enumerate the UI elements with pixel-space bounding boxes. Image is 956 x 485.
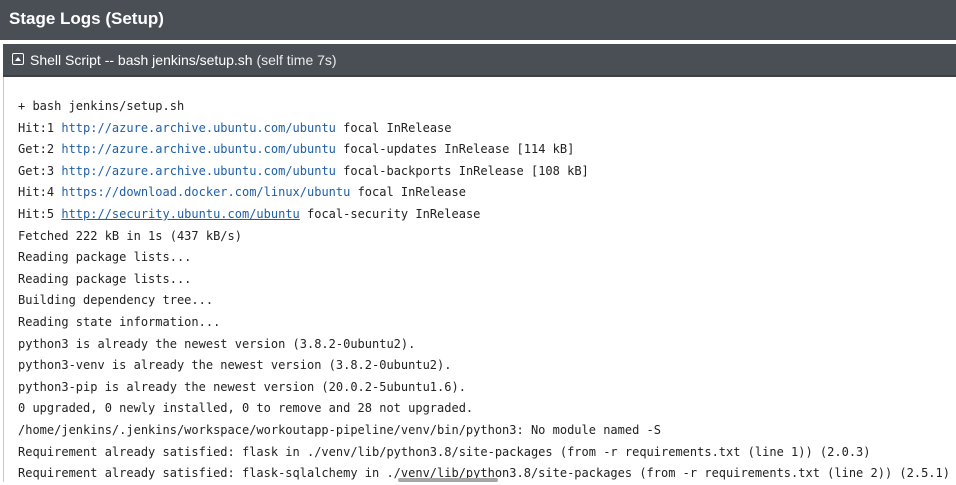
log-line: /home/jenkins/.jenkins/workspace/workout…: [18, 420, 950, 442]
log-text: focal-updates InRelease [114 kB]: [335, 142, 575, 157]
log-line: Reading package lists...: [18, 269, 950, 291]
log-line: python3 is already the newest version (3…: [18, 334, 950, 356]
log-link[interactable]: http://azure.archive.ubuntu.com/ubuntu: [61, 142, 336, 156]
horizontal-scrollbar[interactable]: [398, 478, 498, 482]
log-text: python3-venv is already the newest versi…: [18, 358, 452, 373]
log-text: Building dependency tree...: [18, 293, 214, 308]
log-line: python3-venv is already the newest versi…: [18, 355, 950, 377]
step-separator: --: [100, 52, 118, 68]
log-line: Reading state information...: [18, 312, 950, 334]
log-text: Requirement already satisfied: flask in …: [18, 444, 871, 459]
log-text: focal-backports InRelease [108 kB]: [335, 163, 589, 178]
log-text: Get:2: [18, 142, 62, 157]
log-line: Building dependency tree...: [18, 290, 950, 312]
log-line: python3-pip is already the newest versio…: [18, 377, 950, 399]
log-line: Hit:5 http://security.ubuntu.com/ubuntu …: [18, 204, 950, 226]
stage-logs-header: Stage Logs (Setup): [0, 0, 956, 40]
log-text: focal InRelease: [335, 120, 452, 135]
log-text: focal-security InRelease: [299, 206, 481, 221]
log-text: Hit:4: [18, 185, 62, 200]
log-line: 0 upgraded, 0 newly installed, 0 to remo…: [18, 398, 950, 420]
page-title: Stage Logs (Setup): [9, 9, 164, 28]
log-text: python3 is already the newest version (3…: [18, 336, 416, 351]
collapse-toggle-icon[interactable]: [12, 53, 24, 65]
log-text: + bash jenkins/setup.sh: [18, 99, 185, 113]
log-text: Hit:1: [18, 120, 62, 135]
console-log: + bash jenkins/setup.sh Hit:1 http://azur…: [18, 96, 950, 485]
log-link[interactable]: http://security.ubuntu.com/ubuntu: [61, 207, 299, 221]
step-command: bash jenkins/setup.sh: [117, 52, 253, 68]
step-self-time: (self time 7s): [252, 52, 337, 68]
log-text: /home/jenkins/.jenkins/workspace/workout…: [18, 422, 661, 437]
log-line: Get:3 http://azure.archive.ubuntu.com/ub…: [18, 161, 950, 183]
log-text: python3-pip is already the newest versio…: [18, 379, 466, 394]
log-text: Fetched 222 kB in 1s (437 kB/s): [18, 228, 242, 243]
log-line: Reading package lists...: [18, 247, 950, 269]
log-line: Hit:4 https://download.docker.com/linux/…: [18, 182, 950, 204]
log-link[interactable]: https://download.docker.com/linux/ubuntu: [61, 185, 350, 199]
log-text: focal InRelease: [350, 185, 466, 200]
log-line: Fetched 222 kB in 1s (437 kB/s): [18, 226, 950, 248]
log-text: Reading package lists...: [18, 271, 192, 286]
step-label[interactable]: Shell Script -- bash jenkins/setup.sh (s…: [30, 52, 337, 68]
log-link[interactable]: http://azure.archive.ubuntu.com/ubuntu: [61, 164, 336, 178]
log-line: Get:2 http://azure.archive.ubuntu.com/ub…: [18, 139, 950, 161]
log-text: Reading state information...: [18, 314, 221, 329]
log-text: Reading package lists...: [18, 250, 192, 265]
log-text: Hit:5: [18, 206, 62, 221]
step-header[interactable]: Shell Script -- bash jenkins/setup.sh (s…: [3, 44, 956, 77]
step-name: Shell Script: [30, 52, 101, 68]
log-link[interactable]: http://azure.archive.ubuntu.com/ubuntu: [61, 121, 336, 135]
log-text: 0 upgraded, 0 newly installed, 0 to remo…: [18, 401, 474, 416]
log-text: Get:3: [18, 163, 62, 178]
log-line: + bash jenkins/setup.sh: [18, 96, 950, 118]
log-line: Hit:1 http://azure.archive.ubuntu.com/ub…: [18, 118, 950, 140]
log-line: Requirement already satisfied: flask in …: [18, 442, 950, 464]
